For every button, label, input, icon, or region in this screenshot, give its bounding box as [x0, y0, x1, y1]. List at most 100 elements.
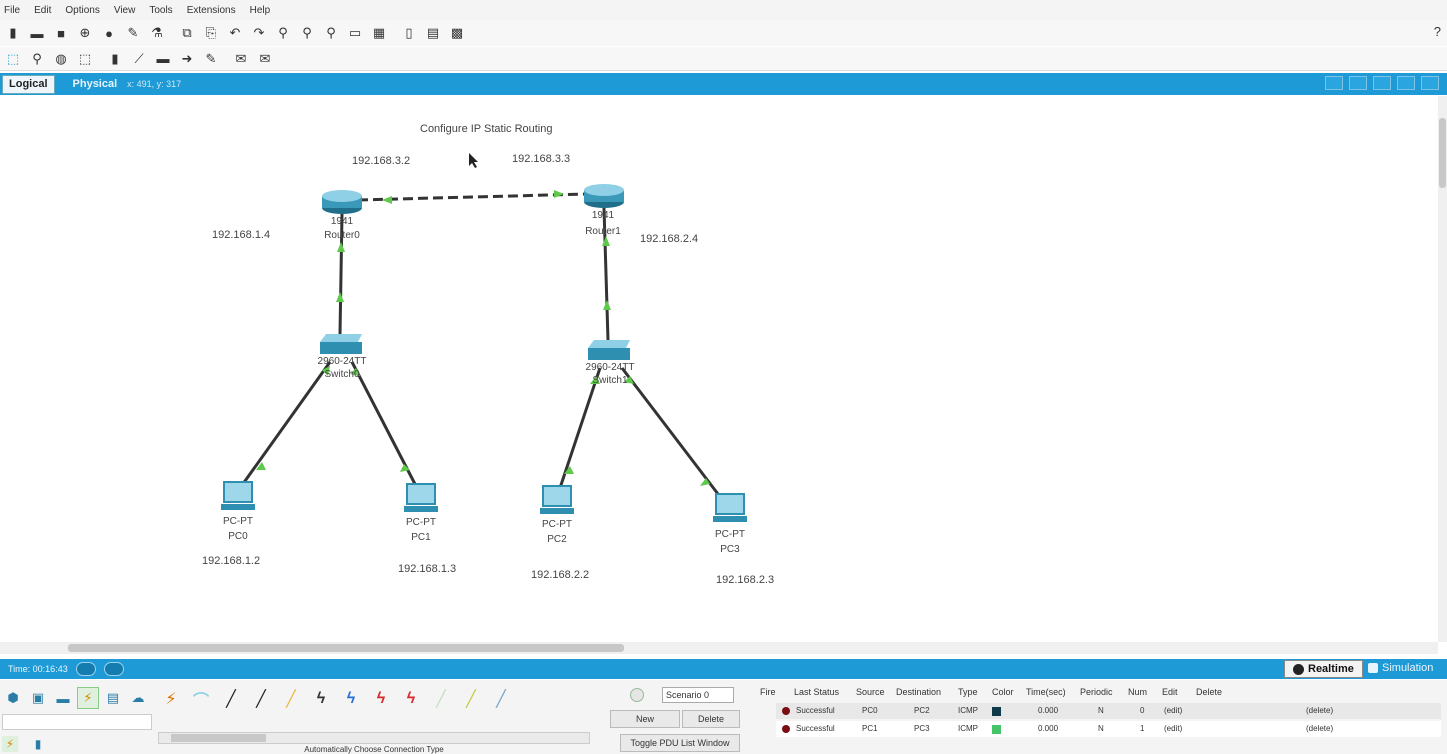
delete-scenario-button[interactable]: Delete: [682, 710, 740, 728]
tab-physical[interactable]: Physical: [73, 78, 118, 90]
menu-view[interactable]: View: [114, 5, 136, 16]
pdu-row[interactable]: Successful PC1 PC3 ICMP 0.000 N 1 (edit)…: [776, 721, 1441, 737]
network-info-icon[interactable]: ✎: [122, 23, 144, 43]
coaxial-cable-icon[interactable]: ϟ: [338, 686, 364, 712]
fast-forward-button[interactable]: [103, 662, 124, 676]
horizontal-scrollbar-thumb[interactable]: [68, 644, 624, 652]
router0[interactable]: 1941 Router0: [322, 190, 362, 241]
pc1[interactable]: PC-PT PC1: [404, 483, 438, 543]
line-icon[interactable]: ➜: [176, 49, 198, 69]
link-switch0-pc0[interactable]: [238, 361, 332, 489]
open-icon[interactable]: ▬: [26, 23, 48, 43]
redo-icon[interactable]: ↷: [248, 23, 270, 43]
end-devices-icon[interactable]: ▣: [27, 687, 49, 709]
straight-through-cable-icon[interactable]: ╱: [218, 686, 244, 712]
paste-icon[interactable]: ⎘: [200, 23, 222, 43]
crossover-cable-icon[interactable]: ╱: [248, 686, 274, 712]
switch1[interactable]: 2960-24TT Switch1: [586, 340, 635, 386]
tab-logical[interactable]: Logical: [2, 74, 55, 94]
cluster-icon[interactable]: ▤: [422, 23, 444, 43]
move-object-button[interactable]: [1373, 76, 1391, 90]
zoom-reset-icon[interactable]: ⚲: [296, 23, 318, 43]
place-note-icon[interactable]: ⬚: [74, 49, 96, 69]
menu-options[interactable]: Options: [65, 5, 99, 16]
network-devices-icon[interactable]: ⬢: [2, 687, 24, 709]
pc2[interactable]: PC-PT PC2: [540, 485, 574, 545]
zoom-in-icon[interactable]: ⚲: [272, 23, 294, 43]
logical-workspace[interactable]: Configure IP Static Routing 192.168.3.2 …: [0, 96, 1438, 642]
power-cycle-button[interactable]: [75, 662, 96, 676]
misc-icon[interactable]: ▤: [102, 687, 124, 709]
connections-scrollbar[interactable]: [158, 732, 590, 744]
octopus-cable-icon[interactable]: ▮: [30, 736, 46, 752]
connections-subtype-icon[interactable]: ⚡: [2, 736, 18, 752]
menu-file[interactable]: File: [4, 5, 20, 16]
pencil-icon[interactable]: ✎: [200, 49, 222, 69]
menu-tools[interactable]: Tools: [149, 5, 172, 16]
copy-icon[interactable]: ⧉: [176, 23, 198, 43]
scenario-select[interactable]: Scenario 0: [662, 687, 734, 703]
viewport-button[interactable]: [1421, 76, 1439, 90]
zoom-out-icon[interactable]: ⚲: [320, 23, 342, 43]
flask-icon[interactable]: ⚗: [146, 23, 168, 43]
new-cluster-button[interactable]: [1349, 76, 1367, 90]
inspect-icon[interactable]: ⚲: [26, 49, 48, 69]
realtime-mode-button[interactable]: Realtime: [1284, 660, 1363, 678]
vertical-scrollbar-thumb[interactable]: [1439, 118, 1446, 188]
fire-status-icon[interactable]: [782, 725, 790, 733]
toggle-pdu-list-button[interactable]: Toggle PDU List Window: [620, 734, 740, 752]
undo-icon[interactable]: ↶: [224, 23, 246, 43]
connections-icon[interactable]: ⚡: [77, 687, 99, 709]
pdu-delete-link[interactable]: (delete): [1306, 706, 1333, 715]
set-background-button[interactable]: [1397, 76, 1415, 90]
vertical-scrollbar[interactable]: [1438, 96, 1447, 642]
link-switch1-pc2[interactable]: [558, 367, 602, 489]
resize-shape-icon[interactable]: ⟋: [128, 49, 150, 69]
root-button[interactable]: [1325, 76, 1343, 90]
fiber-cable-icon[interactable]: ╱: [278, 686, 304, 712]
help-icon[interactable]: ?: [1434, 24, 1441, 39]
delete-icon[interactable]: ▮: [104, 49, 126, 69]
phone-cable-icon[interactable]: ϟ: [308, 686, 334, 712]
pdu-row[interactable]: Successful PC0 PC2 ICMP 0.000 N 0 (edit)…: [776, 703, 1441, 719]
save-icon[interactable]: ■: [50, 23, 72, 43]
pc3[interactable]: PC-PT PC3: [713, 493, 747, 555]
drawing-palette-icon[interactable]: ▭: [344, 23, 366, 43]
switch0[interactable]: 2960-24TT Switch0: [318, 334, 367, 380]
freeform-icon[interactable]: ▬: [152, 49, 174, 69]
pdu-delete-link[interactable]: (delete): [1306, 724, 1333, 733]
add-complex-pdu-icon[interactable]: ✉: [254, 49, 276, 69]
horizontal-scrollbar[interactable]: [0, 642, 1438, 654]
device-search-field[interactable]: [2, 714, 152, 730]
usb-cable-icon[interactable]: ╱: [488, 686, 514, 712]
pdu-edit-link[interactable]: (edit): [1164, 724, 1182, 733]
router1[interactable]: 1941 Router1: [584, 184, 624, 237]
console-cable-icon[interactable]: ⌒: [188, 686, 214, 712]
menu-extensions[interactable]: Extensions: [187, 5, 236, 16]
simulation-mode-button[interactable]: Simulation: [1368, 662, 1433, 674]
custom-device-icon[interactable]: ▦: [368, 23, 390, 43]
pc0[interactable]: PC-PT PC0: [221, 481, 255, 542]
print-icon[interactable]: ⊕: [74, 23, 96, 43]
serial-dte-cable-icon[interactable]: ϟ: [398, 686, 424, 712]
components-icon[interactable]: ▬: [52, 687, 74, 709]
serial-dce-cable-icon[interactable]: ϟ: [368, 686, 394, 712]
connections-scrollbar-thumb[interactable]: [171, 734, 266, 742]
select-icon[interactable]: ⬚: [2, 49, 24, 69]
link-router0-router1[interactable]: [357, 192, 589, 202]
viewport-icon[interactable]: ▯: [398, 23, 420, 43]
add-pdu-icon[interactable]: ✉: [230, 49, 252, 69]
multiuser-icon[interactable]: ☁: [127, 687, 149, 709]
octal-cable-icon[interactable]: ╱: [428, 686, 454, 712]
new-scenario-button[interactable]: New: [610, 710, 680, 728]
new-icon[interactable]: ▮: [2, 23, 24, 43]
link-switch1-pc3[interactable]: [620, 367, 720, 495]
grid-icon[interactable]: ▩: [446, 23, 468, 43]
move-layout-icon[interactable]: ◍: [50, 49, 72, 69]
menu-edit[interactable]: Edit: [34, 5, 51, 16]
menu-help[interactable]: Help: [250, 5, 271, 16]
activity-wizard-icon[interactable]: ●: [98, 23, 120, 43]
fire-status-icon[interactable]: [782, 707, 790, 715]
iot-custom-cable-icon[interactable]: ╱: [458, 686, 484, 712]
auto-connection-icon[interactable]: ⚡: [158, 686, 184, 712]
